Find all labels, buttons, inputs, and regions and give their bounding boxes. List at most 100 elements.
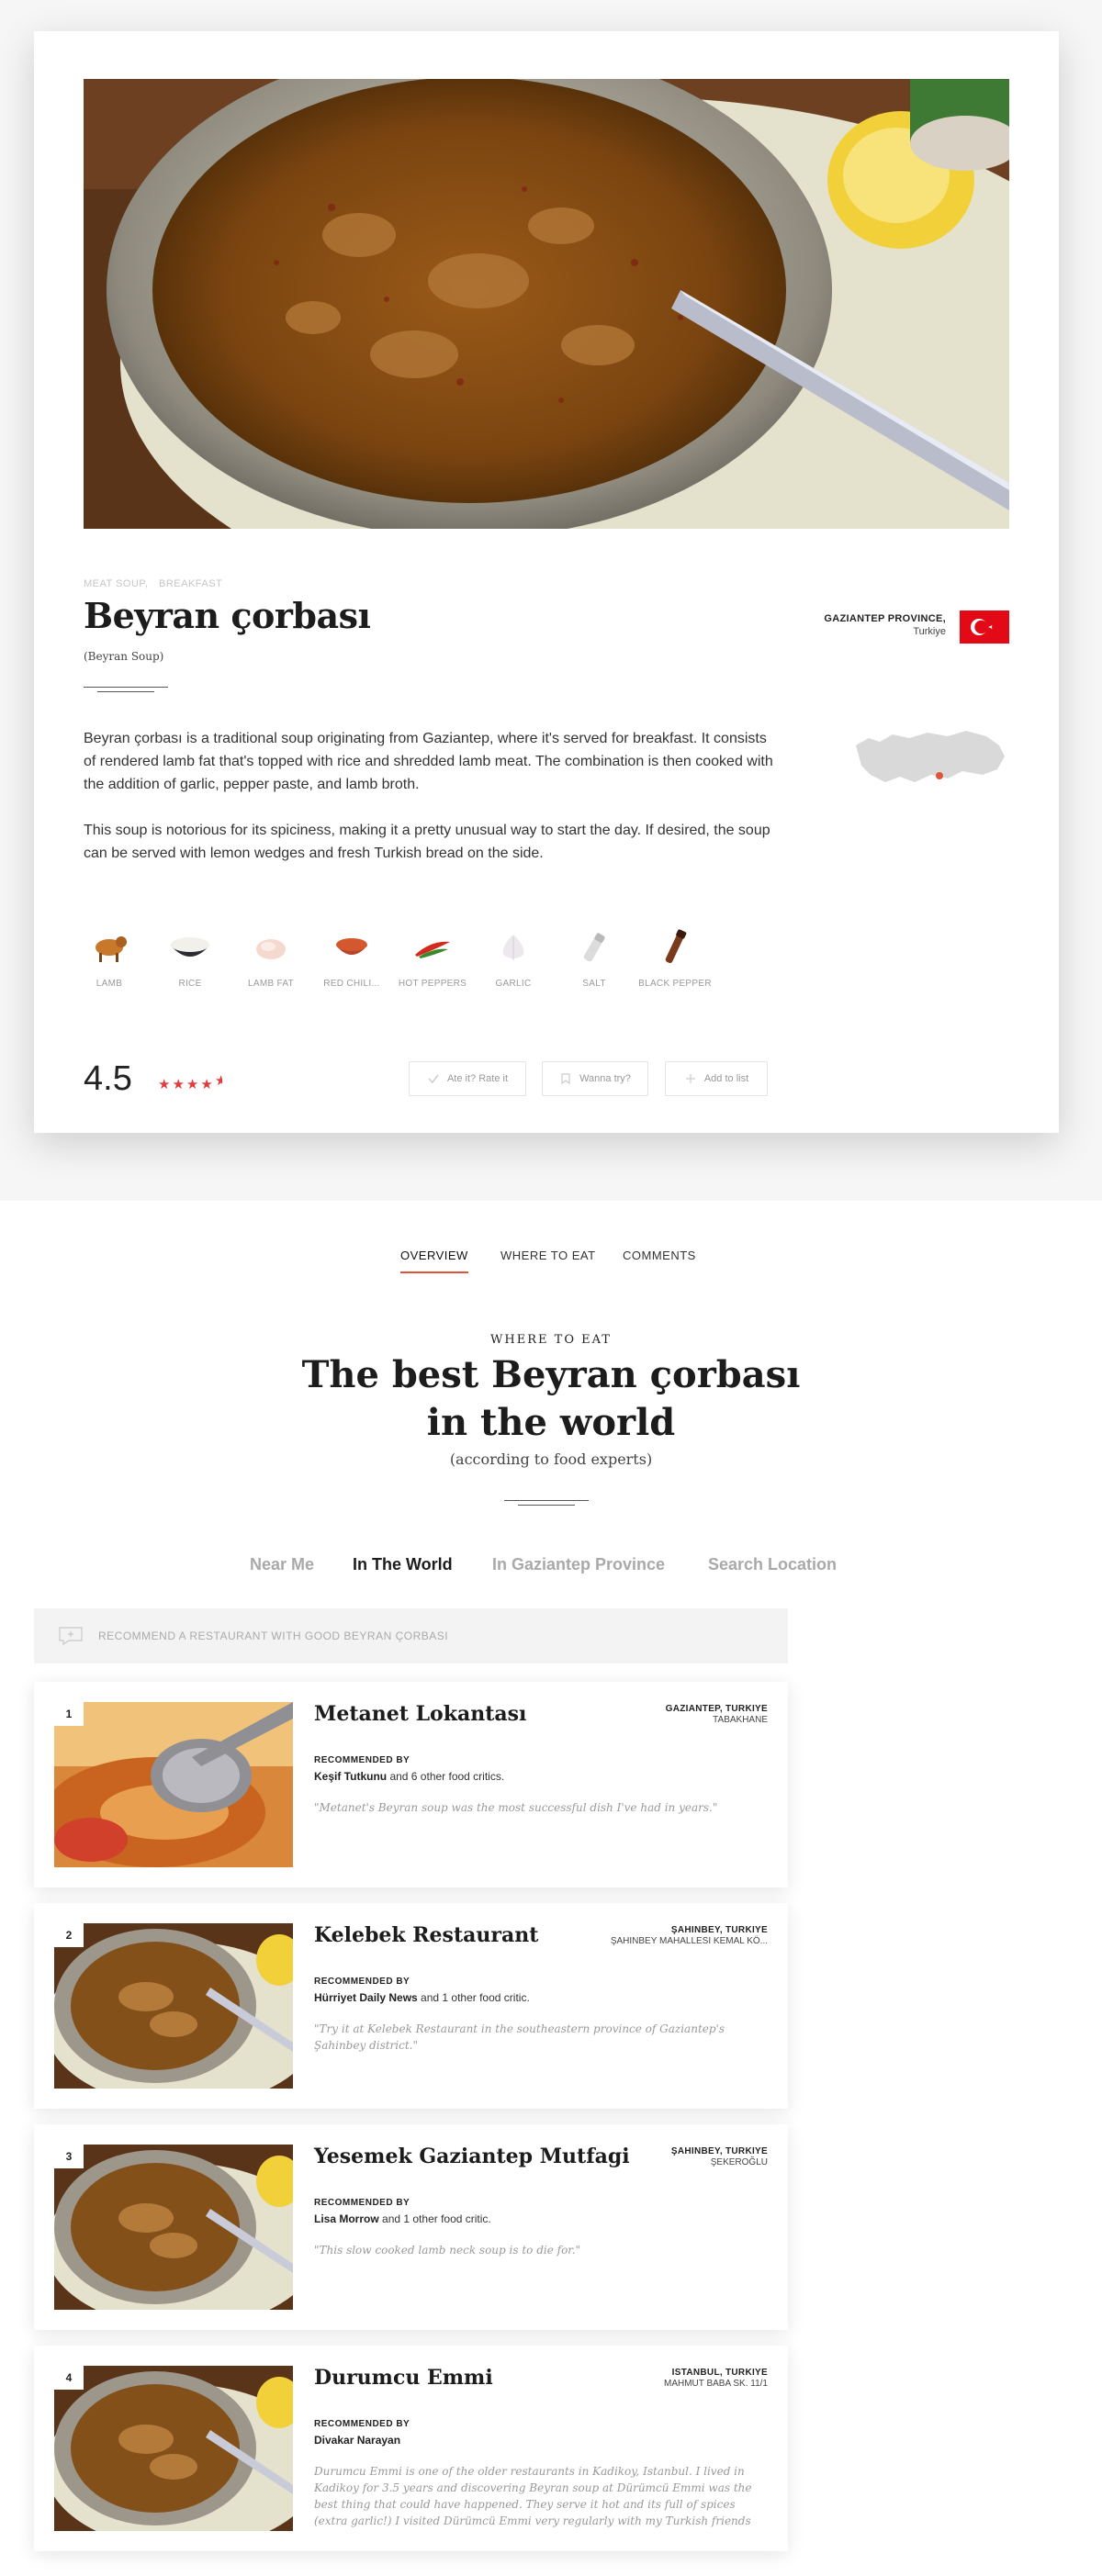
restaurant-card[interactable]: 1 Metanet Lokantası GAZIANTEP, TURKIYE T…	[34, 1682, 788, 1887]
ingredient-item[interactable]: SALT	[554, 922, 635, 989]
critic-name[interactable]: Keşif Tutkunu	[314, 1770, 387, 1783]
add-to-list-button[interactable]: Add to list	[665, 1061, 768, 1096]
critic-name[interactable]: Divakar Narayan	[314, 2434, 400, 2447]
turkey-map-icon	[852, 725, 1008, 794]
location-tab-search[interactable]: Search Location	[708, 1555, 837, 1574]
tab-overview[interactable]: OVERVIEW	[400, 1249, 468, 1273]
dish-description: Beyran çorbası is a traditional soup ori…	[84, 727, 782, 865]
dish-tag[interactable]: MEAT SOUP,	[84, 578, 148, 589]
critic-suffix[interactable]: and 1 other food critic.	[379, 2212, 491, 2225]
hot-peppers-icon	[415, 941, 450, 958]
rate-it-button[interactable]: Ate it? Rate it	[409, 1061, 526, 1096]
restaurant-photo[interactable]	[54, 2145, 293, 2310]
comment-plus-icon	[59, 1627, 83, 1646]
critic-suffix[interactable]: and 1 other food critic.	[418, 1991, 530, 2004]
ingredient-label: LAMB	[96, 979, 123, 989]
bookmark-icon	[561, 1073, 570, 1085]
restaurant-address: ŞAHINBEY MAHALLESI KEMAL KÖ...	[610, 1936, 768, 1946]
tab-where-to-eat[interactable]: WHERE TO EAT	[500, 1249, 596, 1262]
region-name[interactable]: GAZIANTEP PROVINCE,	[824, 613, 946, 624]
restaurant-rank: 4	[54, 2366, 84, 2390]
star-icon: ★	[158, 1077, 173, 1092]
restaurant-name[interactable]: Yesemek Gaziantep Mutfagi	[314, 2145, 630, 2168]
restaurant-address: MAHMUT BABA SK. 11/1	[663, 2379, 768, 2389]
restaurant-rank: 3	[54, 2145, 84, 2168]
restaurant-location: ŞAHINBEY, TURKIYE ŞAHINBEY MAHALLESI KEM…	[611, 1925, 768, 1946]
restaurant-location: GAZIANTEP, TURKIYE TABAKHANE	[666, 1704, 768, 1725]
recommended-by-label: RECOMMENDED BY	[314, 2419, 410, 2429]
recommended-by-critic: Keşif Tutkunu and 6 other food critics.	[314, 1770, 504, 1783]
restaurant-card[interactable]: 2 Kelebek Restaurant ŞAHINBEY, TURKIYE Ş…	[34, 1903, 788, 2109]
star-icon: ★	[172, 1077, 186, 1092]
red-chili-icon	[336, 938, 367, 955]
where-to-eat-subtitle: (according to food experts)	[449, 1450, 653, 1468]
salt-icon	[583, 933, 605, 962]
location-tab-in-the-world[interactable]: In The World	[353, 1555, 453, 1574]
restaurant-city: ISTANBUL, TURKIYE	[671, 2368, 768, 2378]
check-icon	[428, 1074, 439, 1084]
restaurant-name[interactable]: Metanet Lokantası	[314, 1702, 526, 1726]
where-to-eat-title-line: The best Beyran çorbası	[301, 1353, 801, 1396]
dish-tag[interactable]: BREAKFAST	[159, 578, 222, 589]
restaurant-photo[interactable]	[54, 1702, 293, 1867]
ingredients-list: LAMB RICE LAMB FAT RED CHILI... HOT PEPP…	[69, 922, 767, 995]
location-tab-near-me[interactable]: Near Me	[250, 1555, 314, 1574]
turkey-flag-icon[interactable]	[960, 610, 1009, 644]
description-paragraph: This soup is notorious for its spiciness…	[84, 823, 770, 861]
ingredient-item[interactable]: RED CHILI...	[311, 922, 392, 989]
ingredient-item[interactable]: RICE	[150, 922, 231, 989]
ingredient-label: BLACK PEPPER	[638, 979, 712, 989]
half-star-icon: ★	[215, 1072, 222, 1089]
restaurant-city: ŞAHINBEY, TURKIYE	[670, 1925, 768, 1935]
star-icon: ★	[186, 1077, 201, 1092]
restaurant-photo[interactable]	[54, 1923, 293, 2089]
restaurant-quote: "Metanet's Beyran soup was the most succ…	[314, 1801, 718, 1814]
restaurant-city: GAZIANTEP, TURKIYE	[665, 1704, 768, 1714]
restaurant-city: ŞAHINBEY, TURKIYE	[670, 2146, 768, 2156]
dish-tags: MEAT SOUP, BREAKFAST	[84, 578, 230, 589]
restaurant-name[interactable]: Kelebek Restaurant	[314, 1923, 538, 1947]
restaurant-card[interactable]: 4 Durumcu Emmi ISTANBUL, TURKIYE MAHMUT …	[34, 2346, 788, 2551]
recommended-by-label: RECOMMENDED BY	[314, 1755, 410, 1765]
recommended-by-label: RECOMMENDED BY	[314, 2198, 410, 2208]
dish-subtitle: (Beyran Soup)	[84, 650, 164, 663]
location-tab-province[interactable]: In Gaziantep Province	[492, 1555, 665, 1574]
tab-comments[interactable]: COMMENTS	[623, 1249, 696, 1262]
restaurant-quote: "Try it at Kelebek Restaurant in the sou…	[314, 2022, 725, 2052]
wanna-try-button[interactable]: Wanna try?	[542, 1061, 648, 1096]
ingredient-label: SALT	[582, 979, 606, 989]
ingredient-item[interactable]: HOT PEPPERS	[392, 922, 473, 989]
restaurant-location: ŞAHINBEY, TURKIYE ŞEKEROĞLU	[671, 2146, 768, 2167]
recommended-by-critic: Hürriyet Daily News and 1 other food cri…	[314, 1991, 530, 2004]
title-divider	[84, 687, 168, 688]
ingredient-item[interactable]: LAMB	[69, 922, 150, 989]
restaurant-rank: 2	[54, 1923, 84, 1947]
restaurant-photo[interactable]	[54, 2366, 293, 2531]
add-to-list-label: Add to list	[703, 1073, 749, 1084]
rice-icon	[171, 937, 209, 957]
lamb-fat-icon	[256, 939, 286, 959]
dish-hero-image	[84, 79, 1009, 529]
restaurant-address: ŞEKEROĞLU	[710, 2157, 768, 2167]
section-divider	[518, 1505, 575, 1506]
black-pepper-icon	[665, 929, 687, 964]
ingredient-item[interactable]: GARLIC	[473, 922, 554, 989]
ingredient-label: RICE	[178, 979, 202, 989]
rating-stars[interactable]: ★★★★★	[158, 1072, 222, 1092]
ingredient-label: LAMB FAT	[247, 979, 294, 989]
restaurant-card[interactable]: 3 Yesemek Gaziantep Mutfagi ŞAHINBEY, TU…	[34, 2124, 788, 2330]
dish-title: Beyran çorbası	[84, 595, 371, 636]
ingredient-item[interactable]: LAMB FAT	[231, 922, 311, 989]
restaurant-rank: 1	[54, 1702, 84, 1726]
star-icon: ★	[200, 1077, 215, 1092]
critic-name[interactable]: Hürriyet Daily News	[314, 1991, 418, 2004]
title-divider	[97, 691, 154, 692]
restaurant-name[interactable]: Durumcu Emmi	[314, 2366, 493, 2390]
critic-name[interactable]: Lisa Morrow	[314, 2212, 379, 2225]
region-country[interactable]: Turkiye	[824, 626, 946, 637]
restaurant-address: TABAKHANE	[713, 1715, 768, 1725]
description-paragraph: Beyran çorbası is a traditional soup ori…	[84, 731, 773, 792]
ingredient-item[interactable]: BLACK PEPPER	[635, 922, 715, 989]
critic-suffix[interactable]: and 6 other food critics.	[387, 1770, 504, 1783]
recommend-restaurant-bar[interactable]: RECOMMEND A RESTAURANT WITH GOOD BEYRAN …	[34, 1608, 788, 1663]
